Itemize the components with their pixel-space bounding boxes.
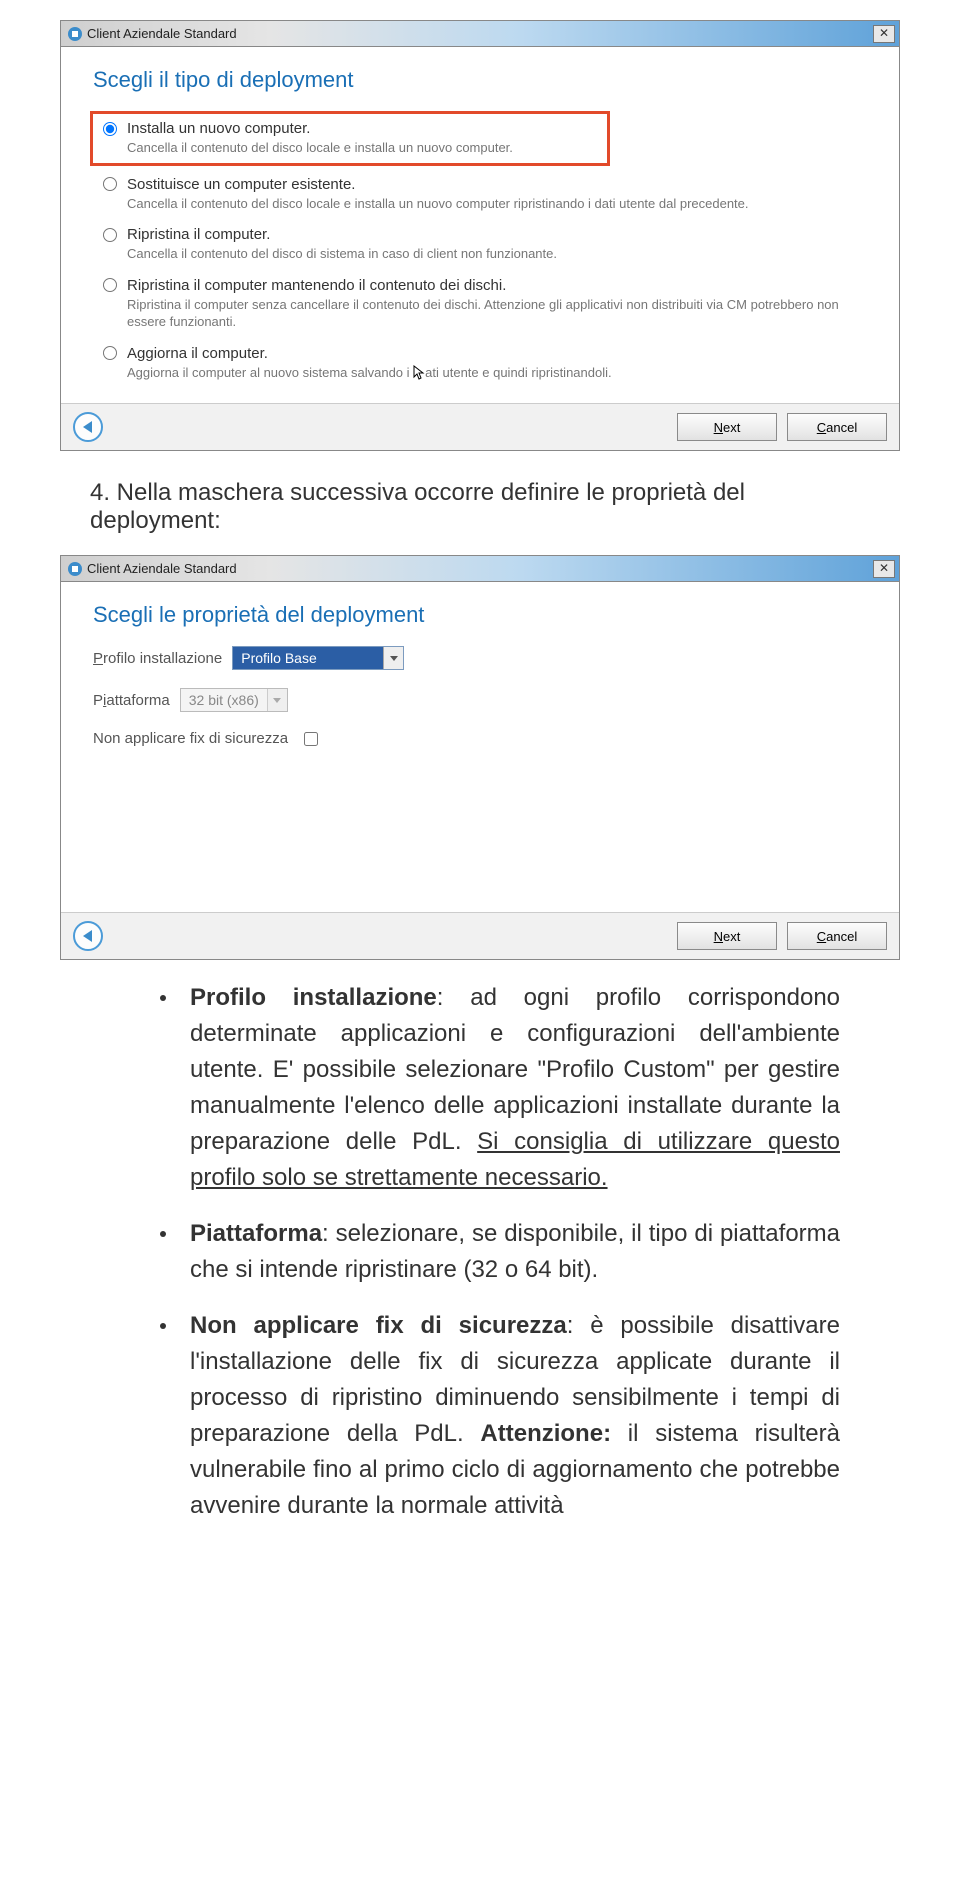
step-4-text: 4. Nella maschera successiva occorre def… [90, 479, 870, 535]
piattaforma-select[interactable]: 32 bit (x86) [180, 688, 288, 712]
titlebar: Client Aziendale Standard ✕ [61, 21, 899, 47]
next-button[interactable]: Next [677, 922, 777, 950]
window-title: Client Aziendale Standard [87, 26, 237, 41]
window-title: Client Aziendale Standard [87, 561, 237, 576]
option-replace-existing: Sostituisce un computer esistente. Cance… [103, 176, 867, 213]
close-button[interactable]: ✕ [873, 25, 895, 43]
bullet-icon [160, 995, 166, 1001]
option-desc: Cancella il contenuto del disco locale e… [127, 195, 867, 213]
bullet-no-fix: Non applicare fix di sicurezza: è possib… [160, 1308, 840, 1524]
app-icon [67, 26, 83, 42]
titlebar: Client Aziendale Standard ✕ [61, 556, 899, 582]
option-desc: Ripristina il computer senza cancellare … [127, 296, 867, 331]
chevron-down-icon [383, 647, 403, 669]
row-no-security-fix: Non applicare fix di sicurezza [93, 730, 867, 747]
dialog-heading: Scegli il tipo di deployment [93, 67, 867, 93]
back-button[interactable] [73, 921, 103, 951]
option-desc: Aggiorna il computer al nuovo sistema sa… [127, 364, 867, 382]
bullet-profilo: Profilo installazione: ad ogni profilo c… [160, 980, 840, 1196]
profilo-label: Profilo installazione [93, 650, 222, 667]
option-label: Ripristina il computer. [127, 226, 270, 243]
dialog-footer: Next Cancel [61, 912, 899, 959]
cursor-icon [413, 365, 425, 381]
bullet-piattaforma: Piattaforma: selezionare, se disponibile… [160, 1216, 840, 1288]
dialog-footer: Next Cancel [61, 403, 899, 450]
option-desc: Cancella il contenuto del disco locale e… [127, 139, 597, 157]
option-label: Ripristina il computer mantenendo il con… [127, 277, 506, 294]
option-label: Installa un nuovo computer. [127, 120, 310, 137]
bullet-icon [160, 1323, 166, 1329]
dialog-deployment-type: Client Aziendale Standard ✕ Scegli il ti… [60, 20, 900, 451]
option-label: Sostituisce un computer esistente. [127, 176, 355, 193]
row-profilo-installazione: Profilo installazione Profilo Base [93, 646, 867, 670]
option-desc: Cancella il contenuto del disco di siste… [127, 245, 867, 263]
radio-install-new[interactable] [103, 122, 117, 136]
option-label: Aggiorna il computer. [127, 345, 268, 362]
app-icon [67, 561, 83, 577]
fix-checkbox[interactable] [304, 732, 318, 746]
bullet-icon [160, 1231, 166, 1237]
dialog-heading: Scegli le proprietà del deployment [93, 602, 867, 628]
chevron-down-icon [267, 689, 287, 711]
option-upgrade: Aggiorna il computer. Aggiorna il comput… [103, 345, 867, 382]
back-button[interactable] [73, 412, 103, 442]
close-button[interactable]: ✕ [873, 560, 895, 578]
radio-replace-existing[interactable] [103, 177, 117, 191]
fix-label: Non applicare fix di sicurezza [93, 730, 288, 747]
profilo-select[interactable]: Profilo Base [232, 646, 404, 670]
row-piattaforma: Piattaforma 32 bit (x86) [93, 688, 867, 712]
option-restore: Ripristina il computer. Cancella il cont… [103, 226, 867, 263]
deployment-option-list: Installa un nuovo computer. Cancella il … [103, 111, 867, 381]
option-restore-keep-disks: Ripristina il computer mantenendo il con… [103, 277, 867, 331]
radio-restore-keep-disks[interactable] [103, 278, 117, 292]
dialog-deployment-properties: Client Aziendale Standard ✕ Scegli le pr… [60, 555, 900, 960]
cancel-button[interactable]: Cancel [787, 413, 887, 441]
radio-upgrade[interactable] [103, 346, 117, 360]
profilo-value: Profilo Base [233, 650, 383, 666]
explanation-bullets: Profilo installazione: ad ogni profilo c… [160, 980, 840, 1524]
radio-restore[interactable] [103, 228, 117, 242]
cancel-button[interactable]: Cancel [787, 922, 887, 950]
option-install-new: Installa un nuovo computer. Cancella il … [90, 111, 610, 166]
next-button[interactable]: Next [677, 413, 777, 441]
piattaforma-value: 32 bit (x86) [181, 692, 267, 708]
piattaforma-label: Piattaforma [93, 692, 170, 709]
